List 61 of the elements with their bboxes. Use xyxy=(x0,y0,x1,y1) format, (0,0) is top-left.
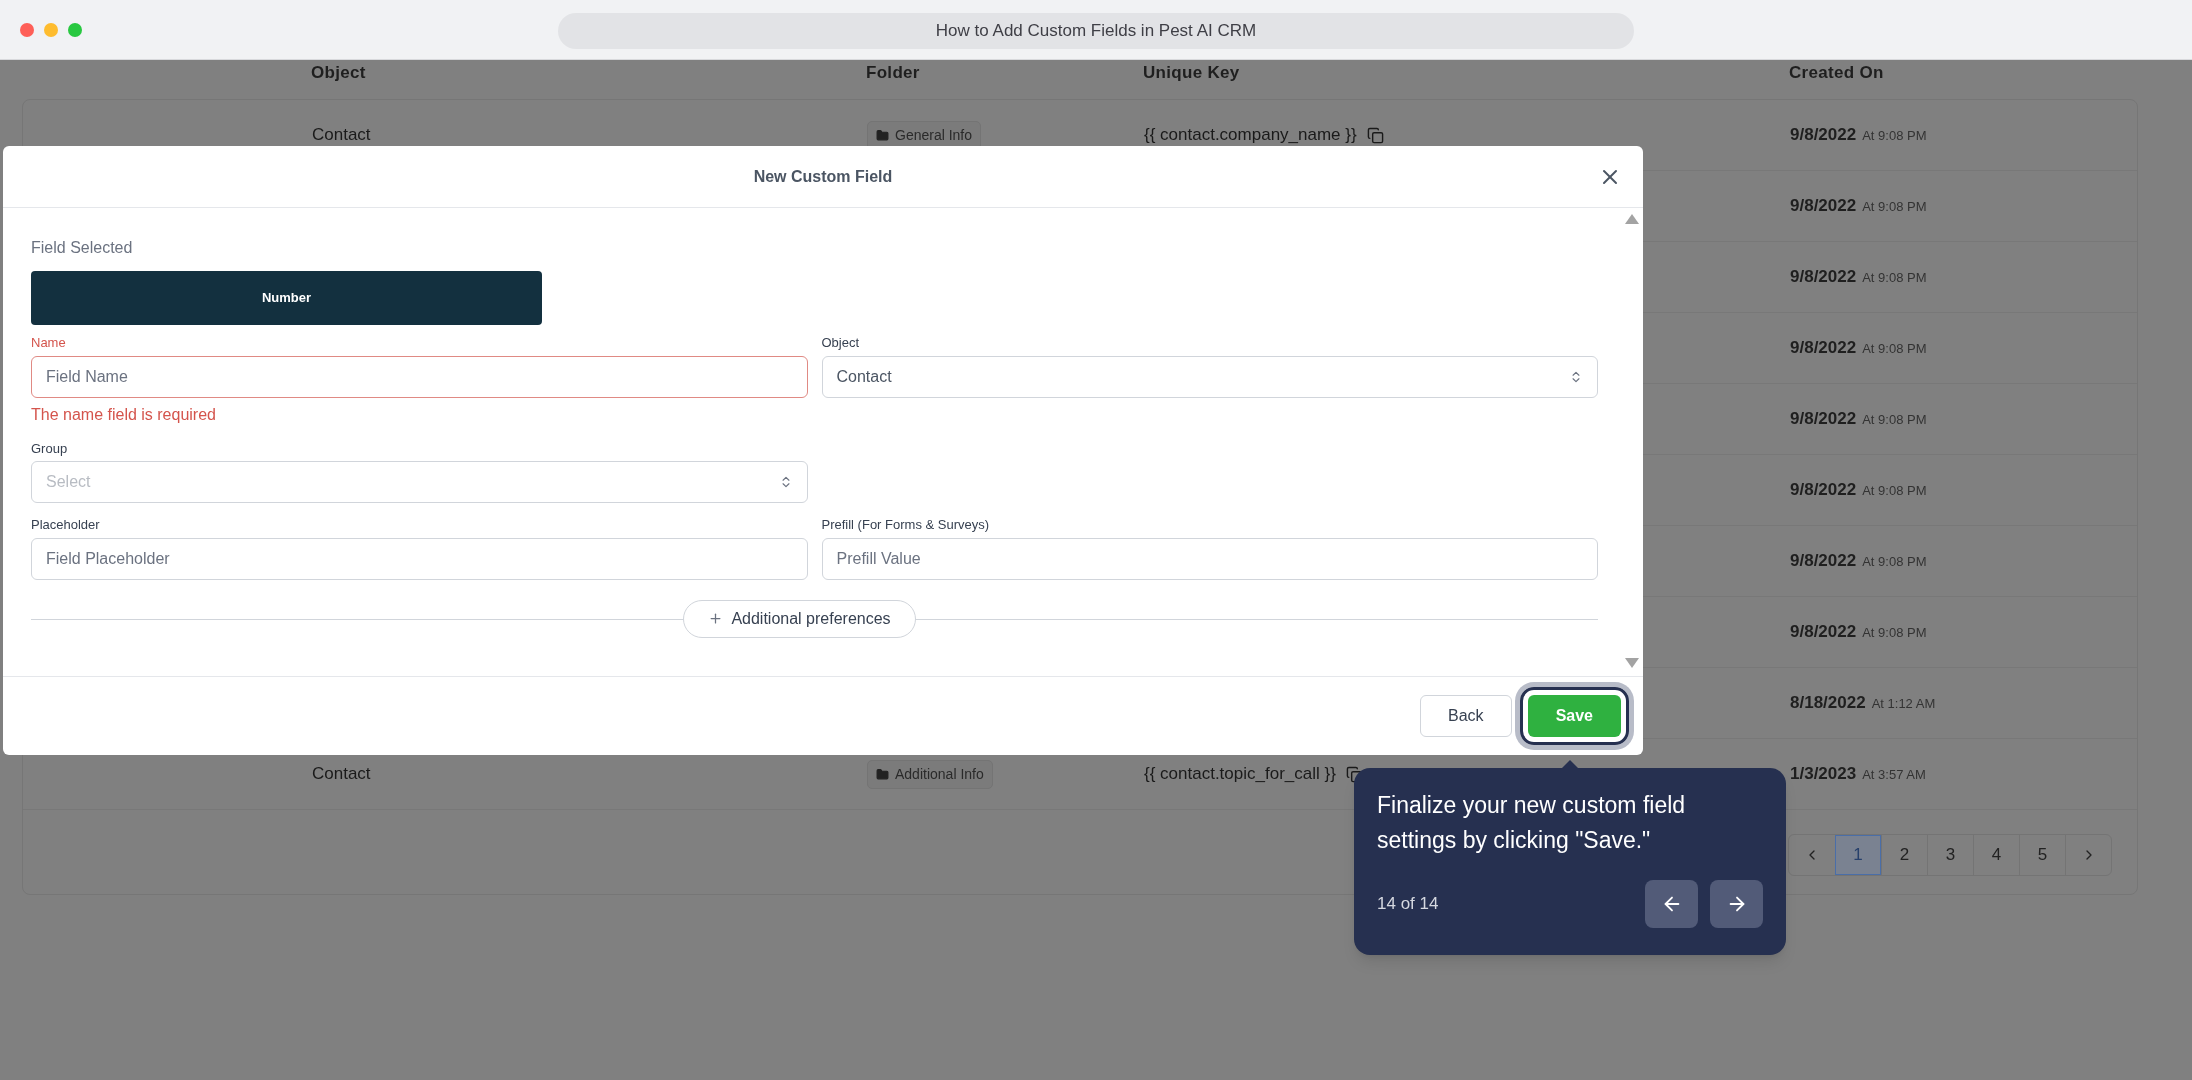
plus-icon xyxy=(708,611,724,626)
column-header: Unique Key xyxy=(1143,62,1241,84)
additional-preferences-button[interactable]: Additional preferences xyxy=(683,599,916,638)
date-cell-text: 9/8/2022 xyxy=(1790,195,1857,218)
folder-tag[interactable]: Additional Info xyxy=(867,759,993,789)
time-cell-text: At 1:12 AM xyxy=(1871,695,1936,714)
time-cell-text: At 9:08 PM xyxy=(1862,624,1927,643)
date-cell-text: 9/8/2022 xyxy=(1790,266,1857,289)
time-cell-text: At 9:08 PM xyxy=(1862,553,1927,572)
date-cell-text: 1/3/2023 xyxy=(1790,763,1857,786)
scroll-up-arrow-icon xyxy=(1625,214,1639,224)
tooltip-text: Finalize your new custom field settings by clicking "Save." xyxy=(1377,791,1687,855)
field-label: Prefill (For Forms & Surveys) xyxy=(821,516,991,534)
input-field[interactable]: Prefill Value xyxy=(821,537,1598,580)
column-header: Object xyxy=(311,62,367,84)
column-header: Created On xyxy=(1789,62,1885,84)
page-button[interactable]: 4 xyxy=(1973,835,2019,875)
select-field[interactable]: Contact xyxy=(821,355,1598,398)
time-cell-text: At 9:08 PM xyxy=(1862,269,1927,288)
folder-icon xyxy=(876,128,889,142)
field-label: Object xyxy=(821,334,861,352)
date-cell-text: 9/8/2022 xyxy=(1790,550,1857,573)
page-button[interactable]: 3 xyxy=(1927,835,1973,875)
next-step-button[interactable] xyxy=(1710,880,1763,928)
field-label: Placeholder xyxy=(31,516,101,534)
back-button[interactable]: Back xyxy=(1420,695,1512,737)
time-cell-text: At 9:08 PM xyxy=(1862,127,1927,146)
unique-key-cell-text: {{ contact.company_name }} xyxy=(1144,124,1357,147)
date-cell-text: 9/8/2022 xyxy=(1790,337,1857,360)
column-header: Folder xyxy=(866,62,921,84)
field-selected-label: Field Selected xyxy=(31,238,134,258)
date-cell-text: 8/18/2022 xyxy=(1790,692,1866,715)
time-cell-text: At 9:08 PM xyxy=(1862,198,1927,217)
copy-icon[interactable] xyxy=(1366,126,1384,144)
window-title: How to Add Custom Fields in Pest AI CRM xyxy=(558,13,1634,49)
time-cell-text: At 3:57 AM xyxy=(1862,766,1926,785)
error-message: The name field is required xyxy=(31,404,217,425)
date-cell-text: 9/8/2022 xyxy=(1790,408,1857,431)
object-cell: Contact xyxy=(312,764,371,784)
time-cell-text: At 9:08 PM xyxy=(1862,482,1927,501)
previous-step-button[interactable] xyxy=(1645,880,1698,928)
unique-key-cell-text: {{ contact.topic_for_call }} xyxy=(1144,763,1336,786)
time-cell-text: At 9:08 PM xyxy=(1862,411,1927,430)
field-type-banner: Number xyxy=(31,271,542,325)
date-cell-text: 9/8/2022 xyxy=(1790,124,1857,147)
scroll-down-arrow-icon xyxy=(1625,658,1639,668)
step-counter: 14 of 14 xyxy=(1377,893,1439,916)
field-label: Name xyxy=(31,334,67,352)
page-button[interactable]: 2 xyxy=(1881,835,1927,875)
modal-title: New Custom Field xyxy=(753,166,893,187)
time-cell-text: At 9:08 PM xyxy=(1862,340,1927,359)
save-button[interactable]: Save xyxy=(1527,695,1621,737)
page-button[interactable]: 5 xyxy=(2019,835,2065,875)
input-field[interactable]: Field Placeholder xyxy=(31,537,808,580)
field-label: Group xyxy=(31,439,69,458)
folder-icon xyxy=(876,767,889,781)
page-button[interactable]: 1 xyxy=(1835,835,1881,875)
date-cell-text: 9/8/2022 xyxy=(1790,621,1857,644)
object-cell: Contact xyxy=(312,125,371,145)
input-field[interactable]: Field Name xyxy=(31,355,808,398)
date-cell-text: 9/8/2022 xyxy=(1790,479,1857,502)
